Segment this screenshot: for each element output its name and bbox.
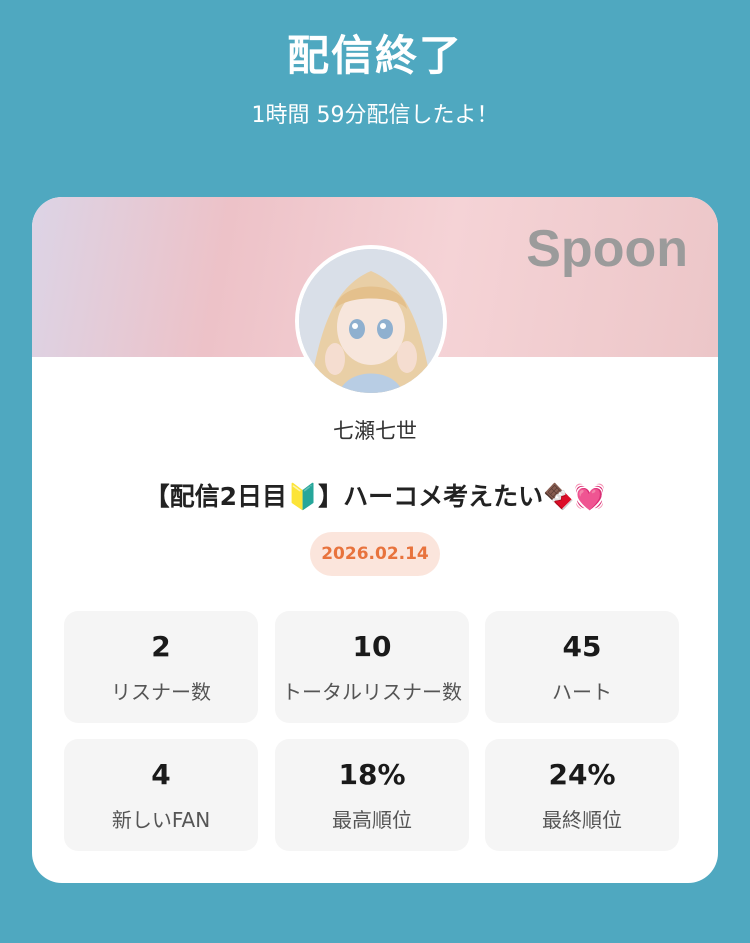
stream-title: 【配信2日目🔰】ハーコメ考えたい🍫💓 [144, 482, 606, 511]
stat-value: 18% [338, 758, 406, 791]
stat-value: 45 [562, 630, 602, 663]
spoon-logo: Spoon [526, 220, 688, 278]
stat-final-rank: 24% 最終順位 [485, 739, 679, 851]
stat-label: 新しいFAN [111, 808, 211, 832]
username: 七瀬七世 [333, 419, 417, 443]
stat-label: トータルリスナー数 [282, 680, 462, 704]
stat-label: 最終順位 [542, 808, 622, 832]
stat-highest-rank: 18% 最高順位 [275, 739, 469, 851]
stream-duration-text: 1時間 59分配信したよ！ [251, 103, 499, 128]
stat-value: 10 [352, 630, 392, 663]
avatar-image [299, 249, 443, 393]
stream-summary-card: Spoon 七瀬七世 【配信2日目🔰】ハーコメ考えたい🍫💓 2026.02.14 [32, 197, 718, 883]
stat-label: 最高順位 [332, 808, 412, 832]
stat-value: 24% [548, 758, 616, 791]
stat-label: ハート [552, 680, 612, 704]
stat-value: 4 [151, 758, 171, 791]
stat-value: 2 [151, 630, 171, 663]
page-title: 配信終了 [286, 31, 463, 80]
date-badge: 2026.02.14 [310, 532, 440, 576]
stat-total-listeners: 10 トータルリスナー数 [275, 611, 469, 723]
stat-listeners: 2 リスナー数 [64, 611, 258, 723]
stat-hearts: 45 ハート [485, 611, 679, 723]
stat-new-fans: 4 新しいFAN [64, 739, 258, 851]
avatar[interactable] [295, 245, 447, 397]
stat-label: リスナー数 [111, 680, 211, 704]
